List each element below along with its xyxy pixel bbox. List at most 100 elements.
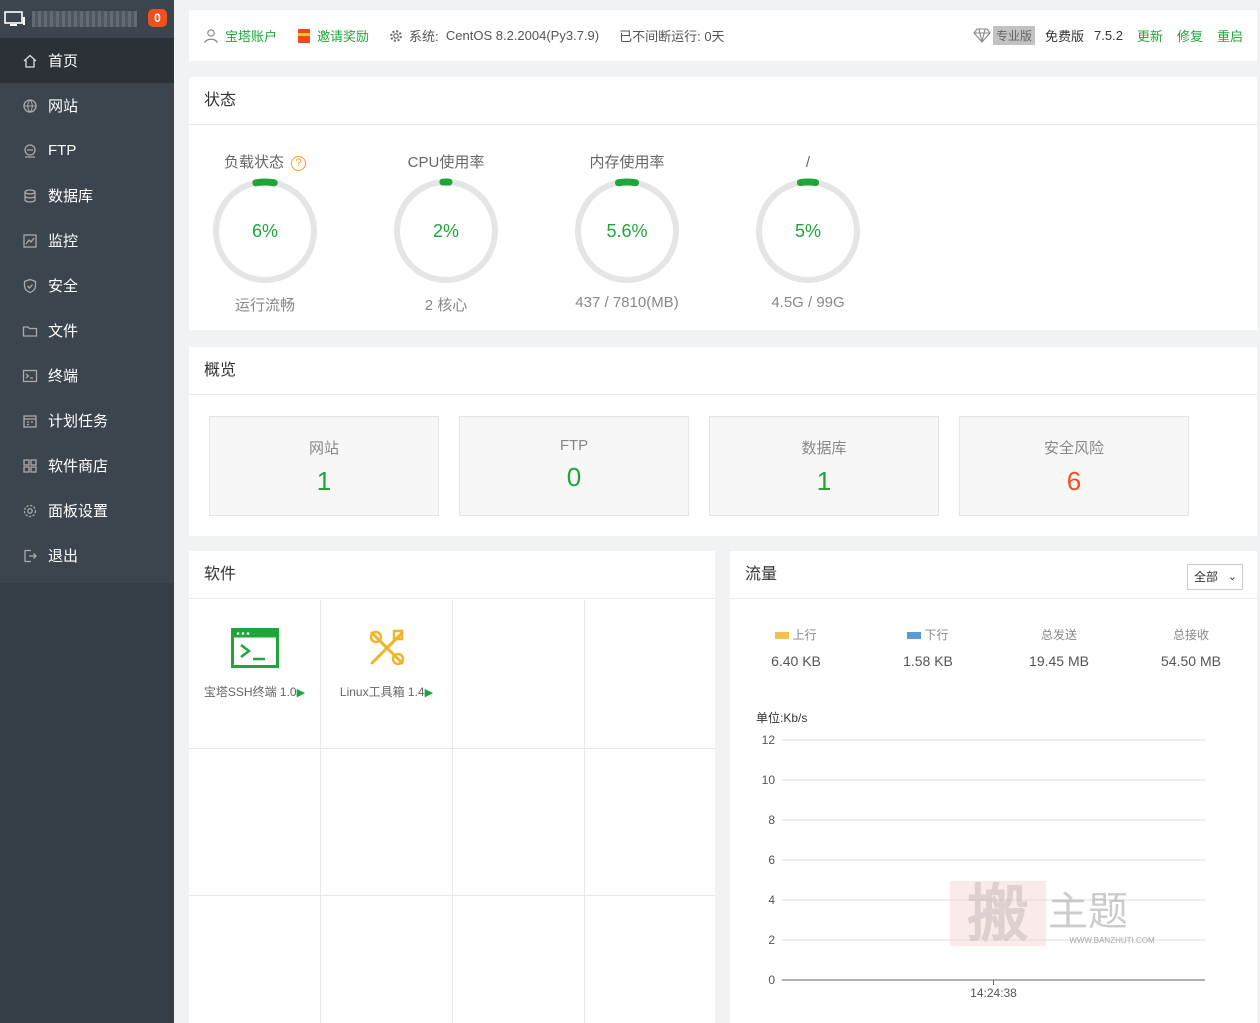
sidebar-item-terminal[interactable]: 终端: [0, 353, 174, 398]
traffic-filter-select[interactable]: 全部 ⌄: [1187, 564, 1243, 590]
gauge-ring: 5%: [755, 178, 861, 284]
gauge-ring: 6%: [212, 178, 318, 284]
card-value: 1: [816, 466, 832, 496]
system-info: 系统: CentOS 8.2.2004(Py3.7.9): [389, 26, 599, 45]
sidebar-item-label: 计划任务: [48, 413, 109, 430]
sidebar-item-database[interactable]: 数据库: [0, 173, 174, 218]
sidebar: 0 首页 网站 FTP 数据库 监控 安全 文件 终端 计划任务 软件商店 面板…: [0, 0, 174, 1023]
repair-button[interactable]: 修复: [1177, 26, 1203, 45]
cpu-gauge[interactable]: CPU使用率 2% 2 核心: [366, 152, 526, 315]
system-value: CentOS 8.2.2004(Py3.7.9): [445, 28, 600, 43]
select-value: 全部: [1194, 570, 1219, 584]
monitor-icon: [23, 233, 37, 248]
diamond-icon: [973, 28, 991, 43]
ftp-icon: [24, 143, 36, 158]
gauge-label: 内存使用率: [589, 154, 665, 171]
software-title: 软件: [189, 551, 715, 599]
globe-icon: [23, 98, 37, 113]
stat-total-sent: 总发送 19.45 MB: [1004, 626, 1114, 669]
gauge-value: 6%: [252, 221, 278, 241]
update-button[interactable]: 更新: [1137, 26, 1163, 45]
folder-icon: [22, 325, 38, 337]
overview-card-website[interactable]: 网站 1: [209, 416, 439, 516]
logout-icon: [24, 549, 37, 562]
gauge-value: 5%: [795, 221, 821, 241]
download-legend-swatch: [907, 632, 922, 639]
gauge-ring: 5.6%: [574, 178, 680, 284]
play-icon[interactable]: ▶: [297, 687, 305, 699]
gear-icon: [23, 504, 37, 517]
sidebar-item-files[interactable]: 文件: [0, 308, 174, 353]
top-bar: 宝塔账户 邀请奖励 系统: CentOS 8.2.2004(Py3.7.9) 已…: [189, 10, 1257, 61]
gear-icon: [390, 29, 402, 42]
sidebar-item-cron[interactable]: 计划任务: [0, 398, 174, 443]
stat-label: 总接收: [1172, 628, 1209, 642]
y-axis-unit-label: 单位:Kb/s: [756, 710, 807, 725]
sidebar-item-label: 监控: [48, 233, 79, 250]
status-panel: 状态 负载状态? 6% 运行流畅 CPU使用率 2% 2 核心 内存使用率 5.…: [189, 77, 1257, 330]
stat-total-received: 总接收 54.50 MB: [1136, 626, 1246, 669]
stat-value: 54.50 MB: [1161, 653, 1221, 669]
overview-card-ftp[interactable]: FTP 0: [459, 416, 689, 516]
grid-icon: [23, 458, 37, 473]
overview-card-risk[interactable]: 安全风险 6: [959, 416, 1189, 516]
sidebar-item-ftp[interactable]: FTP: [0, 128, 174, 173]
software-item-ssh[interactable]: 宝塔SSH终端 1.0▶: [189, 600, 320, 700]
grid-line: [452, 600, 453, 1023]
account-link[interactable]: 宝塔账户: [203, 26, 277, 45]
card-value: 6: [1066, 466, 1082, 496]
gauge-value: 2%: [433, 221, 459, 241]
play-icon[interactable]: ▶: [425, 687, 433, 699]
pro-badge[interactable]: 专业版: [993, 26, 1036, 45]
ssh-terminal-icon: [230, 628, 279, 668]
memory-gauge[interactable]: 内存使用率 5.6% 437 / 7810(MB): [547, 152, 707, 311]
overview-card-database[interactable]: 数据库 1: [709, 416, 939, 516]
uptime-text: 已不间断运行: 0天: [619, 29, 725, 44]
sidebar-item-label: 首页: [48, 53, 79, 70]
gauge-label: CPU使用率: [407, 154, 485, 171]
sidebar-item-label: 软件商店: [48, 458, 109, 475]
invite-link[interactable]: 邀请奖励: [297, 26, 369, 45]
sidebar-item-store[interactable]: 软件商店: [0, 443, 174, 488]
y-tick-label: 6: [768, 853, 775, 867]
y-tick-label: 2: [768, 933, 775, 947]
sidebar-item-home[interactable]: 首页: [0, 38, 174, 83]
stat-label: 总发送: [1040, 628, 1077, 642]
gauge-label: 负载状态: [223, 154, 284, 171]
card-value: 1: [316, 466, 332, 496]
gift-icon: [298, 28, 311, 43]
calendar-icon: [23, 414, 37, 428]
database-icon: [24, 188, 36, 203]
restart-button[interactable]: 重启: [1217, 26, 1243, 45]
sidebar-item-security[interactable]: 安全: [0, 263, 174, 308]
software-grid: 宝塔SSH终端 1.0▶ Linux工具箱 1.4▶: [189, 600, 715, 1023]
invite-label: 邀请奖励: [317, 29, 370, 44]
y-tick-label: 8: [768, 813, 775, 827]
sidebar-item-website[interactable]: 网站: [0, 83, 174, 128]
gauge-label: /: [805, 154, 811, 171]
traffic-chart: 单位:Kb/s 0 2 4 6 8 10 12 14:24:38 搬 主题 WWW.BANZHU…: [756, 710, 1205, 1000]
sidebar-item-logout[interactable]: 退出: [0, 533, 174, 578]
disk-gauge[interactable]: / 5% 4.5G / 99G: [728, 152, 888, 311]
stat-label: 下行: [924, 628, 949, 642]
gauge-value: 5.6%: [606, 221, 647, 241]
software-item-toolbox[interactable]: Linux工具箱 1.4▶: [321, 600, 452, 700]
load-gauge[interactable]: 负载状态? 6% 运行流畅: [185, 152, 345, 315]
y-tick-label: 12: [762, 733, 776, 747]
stat-label: 上行: [792, 628, 817, 642]
computer-icon: [4, 10, 25, 26]
toolbox-icon: [369, 629, 404, 666]
help-icon[interactable]: ?: [291, 155, 306, 171]
free-edition: 免费版: [1045, 29, 1085, 44]
sidebar-item-settings[interactable]: 面板设置: [0, 488, 174, 533]
gauge-sub: 2 核心: [424, 297, 468, 314]
stat-download: 下行 1.58 KB: [873, 626, 983, 669]
uptime: 已不间断运行: 0天: [619, 26, 724, 45]
card-label: 安全风险: [1043, 440, 1104, 457]
watermark-url: WWW.BANZHUTI.COM: [1069, 936, 1155, 945]
sidebar-header: 0: [0, 0, 174, 38]
gauge-sub: 4.5G / 99G: [771, 294, 845, 311]
sidebar-item-monitor[interactable]: 监控: [0, 218, 174, 263]
notification-badge[interactable]: 0: [148, 9, 167, 27]
gauge-sub: 运行流畅: [234, 297, 295, 314]
